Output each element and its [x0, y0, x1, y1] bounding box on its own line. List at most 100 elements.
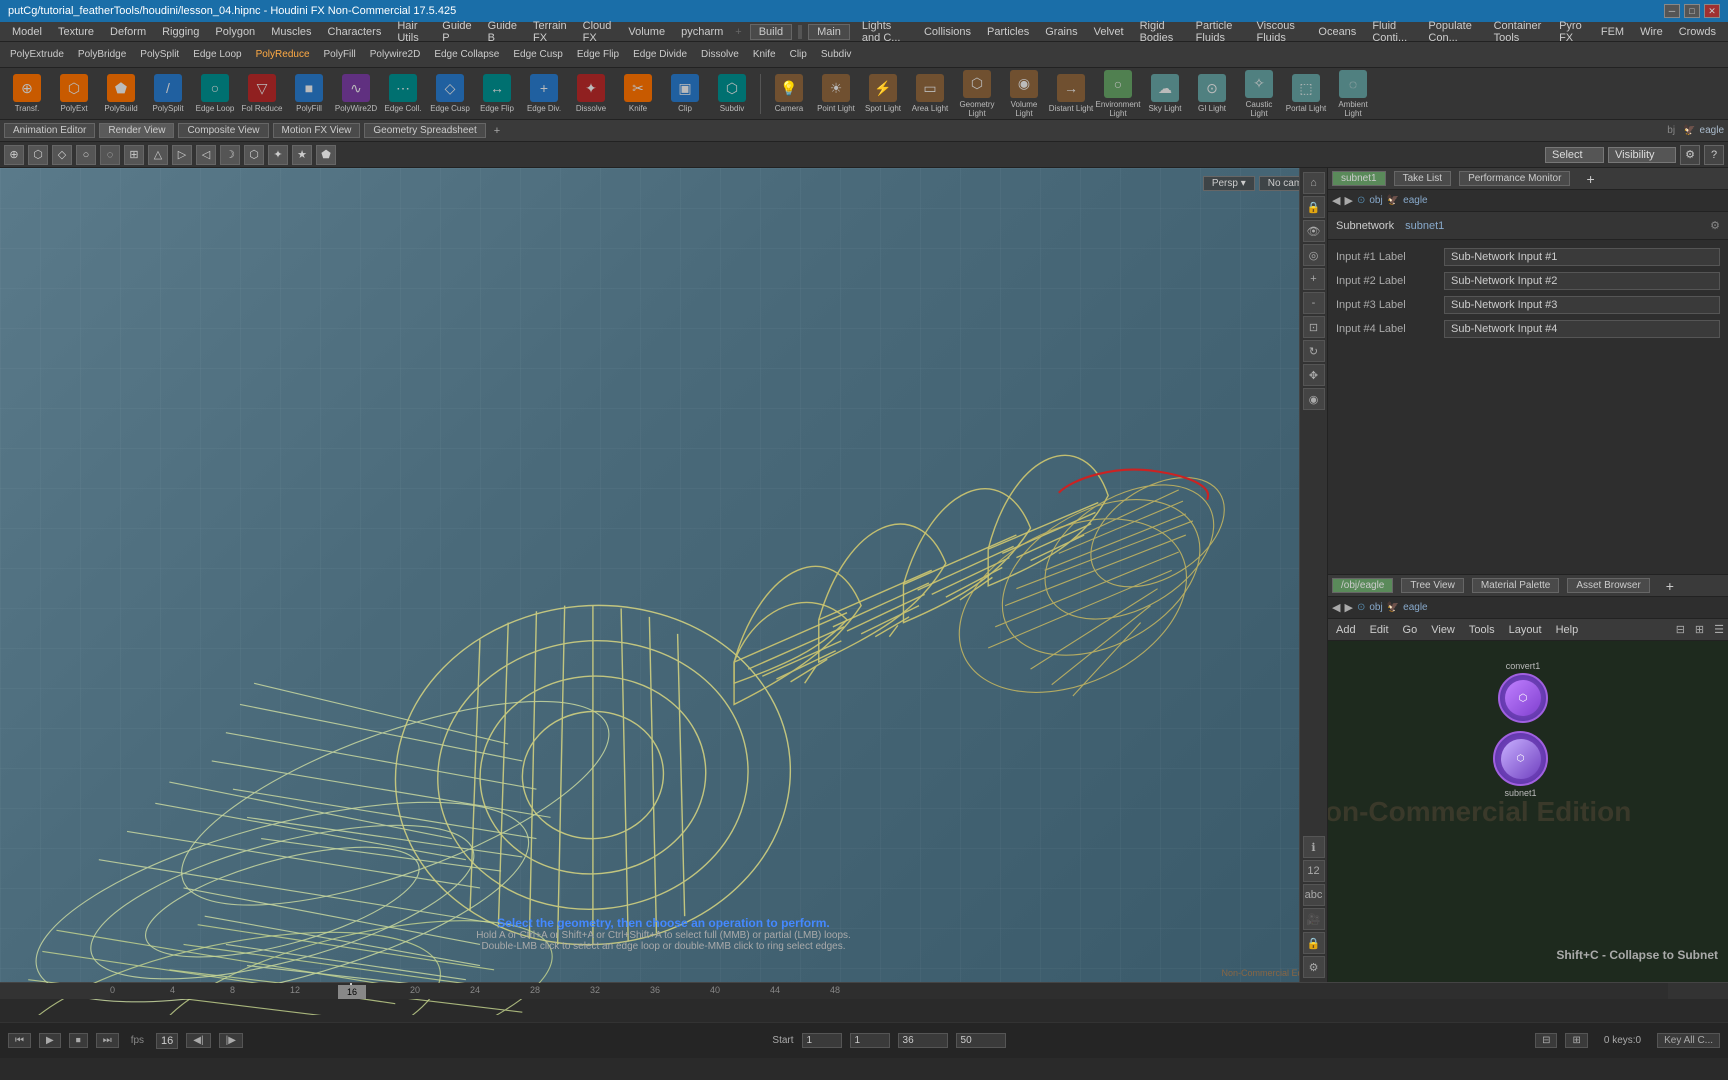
menu-guideb[interactable]: Guide B	[480, 18, 525, 46]
menu-guidep[interactable]: Guide P	[434, 18, 479, 46]
add-view-button[interactable]: +	[494, 125, 500, 137]
ng-icon-list[interactable]: ⊟	[1676, 623, 1685, 636]
shelf-dissolve[interactable]: ✦Dissolve	[568, 70, 614, 118]
node-subnet1-box[interactable]: ⬡	[1493, 731, 1548, 786]
toolbar-edgedivide[interactable]: Edge Divide	[627, 48, 693, 61]
shelf-polybuild[interactable]: ⬟PolyBuild	[98, 70, 144, 118]
toolbar-edgeloop[interactable]: Edge Loop	[187, 48, 247, 61]
input-2-value[interactable]	[1444, 272, 1720, 290]
tool-snap-icon[interactable]: ◌	[100, 145, 120, 165]
tool-rotate-icon[interactable]: ◇	[52, 145, 72, 165]
shelf-edgeflip[interactable]: ↔Edge Flip	[474, 70, 520, 118]
tab-matpalette[interactable]: Material Palette	[1472, 578, 1559, 593]
shelf-light2[interactable]: ☀Point Light	[813, 70, 859, 118]
tool-snap2-icon[interactable]: ☽	[220, 145, 240, 165]
ng-tools[interactable]: Tools	[1465, 624, 1499, 636]
rt-lock2[interactable]: 🔒	[1303, 932, 1325, 954]
shelf-light4[interactable]: ▭Area Light	[907, 70, 953, 118]
ng-icon-grid[interactable]: ⊞	[1695, 623, 1704, 636]
tab-objpath[interactable]: /obj/eagle	[1332, 578, 1393, 593]
rt-abc[interactable]: abc	[1303, 884, 1325, 906]
shelf-vollight[interactable]: ◉Volume Light	[1001, 70, 1047, 118]
tab-renderview[interactable]: Render View	[99, 123, 174, 138]
tool-wire-icon[interactable]: △	[148, 145, 168, 165]
shelf-polysplit[interactable]: /PolySplit	[145, 70, 191, 118]
shelf-edgecollapse[interactable]: ⋯Edge Coll.	[380, 70, 426, 118]
tool-diamond-icon[interactable]: ⬟	[316, 145, 336, 165]
tool-select-icon[interactable]: ⊕	[4, 145, 24, 165]
tool-mirror-icon[interactable]: ◁	[196, 145, 216, 165]
tab-motionfxview[interactable]: Motion FX View	[273, 123, 361, 138]
ng-help[interactable]: Help	[1552, 624, 1583, 636]
menu-containertools[interactable]: Container Tools	[1486, 18, 1551, 46]
rt-lock[interactable]: 🔒	[1303, 196, 1325, 218]
shelf-skylight[interactable]: ☁Sky Light	[1142, 70, 1188, 118]
start-frame-input[interactable]	[802, 1033, 842, 1048]
select-dropdown[interactable]: Select	[1545, 147, 1604, 163]
menu-volume[interactable]: Volume	[620, 24, 673, 40]
menu-particles[interactable]: Particles	[979, 24, 1037, 40]
ng-layout[interactable]: Layout	[1505, 624, 1546, 636]
tab-subnet1[interactable]: subnet1	[1332, 171, 1386, 186]
tab-perfmon[interactable]: Performance Monitor	[1459, 171, 1570, 186]
shelf-causticlight[interactable]: ✧Caustic Light	[1236, 70, 1282, 118]
persp-button[interactable]: Persp ▾	[1203, 176, 1255, 191]
main-button[interactable]: Main	[808, 24, 850, 40]
nav-forward[interactable]: ▶	[1344, 194, 1352, 207]
maximize-button[interactable]: □	[1684, 4, 1700, 18]
rt-zoom-out[interactable]: -	[1303, 292, 1325, 314]
toolbar-polyextrude[interactable]: PolyExtrude	[4, 48, 70, 61]
menu-muscles[interactable]: Muscles	[263, 24, 319, 40]
next-frame-button[interactable]: |▶	[219, 1033, 243, 1048]
rt-frame[interactable]: ⊡	[1303, 316, 1325, 338]
menu-oceans[interactable]: Oceans	[1310, 24, 1364, 40]
nav-back[interactable]: ◀	[1332, 194, 1340, 207]
menu-grains[interactable]: Grains	[1037, 24, 1085, 40]
tab-animeditor[interactable]: Animation Editor	[4, 123, 95, 138]
input-4-value[interactable]	[1444, 320, 1720, 338]
shelf-distantlight[interactable]: →Distant Light	[1048, 70, 1094, 118]
menu-fem[interactable]: FEM	[1593, 24, 1632, 40]
play-forward-button[interactable]: ⏭	[96, 1033, 119, 1048]
shelf-light3[interactable]: ⚡Spot Light	[860, 70, 906, 118]
input-3-value[interactable]	[1444, 296, 1720, 314]
tool-play-icon[interactable]: ▷	[172, 145, 192, 165]
toolbar-polyreduce[interactable]: PolyReduce	[250, 48, 316, 61]
toolbar-subdiv[interactable]: Subdiv	[815, 48, 858, 61]
stop-button[interactable]: ⏹	[69, 1033, 88, 1048]
time-ruler[interactable]: 0 4 8 12 16 20 24 28 32 36 40 44 48 16	[0, 983, 1728, 999]
shelf-clip[interactable]: ▣Clip	[662, 70, 708, 118]
node-nav-back[interactable]: ◀	[1332, 601, 1340, 614]
rt-info[interactable]: ℹ	[1303, 836, 1325, 858]
shelf-edgeloop[interactable]: ○Edge Loop	[192, 70, 238, 118]
rt-num[interactable]: 12	[1303, 860, 1325, 882]
tab-treeview[interactable]: Tree View	[1401, 578, 1463, 593]
shelf-polywire[interactable]: ∿PolyWire2D	[333, 70, 379, 118]
menu-particlefluids[interactable]: Particle Fluids	[1188, 18, 1249, 46]
menu-collisions[interactable]: Collisions	[916, 24, 979, 40]
zoom-in-timeline[interactable]: ⊞	[1565, 1033, 1587, 1048]
minimize-button[interactable]: ─	[1664, 4, 1680, 18]
menu-terrainfx[interactable]: Terrain FX	[525, 18, 575, 46]
tab-takelist[interactable]: Take List	[1394, 171, 1451, 186]
menu-hairutils[interactable]: Hair Utils	[389, 18, 434, 46]
shelf-polyfill[interactable]: ■PolyFill	[286, 70, 332, 118]
rt-home[interactable]: ⌂	[1303, 172, 1325, 194]
toolbar-polysplit[interactable]: PolySplit	[134, 48, 185, 61]
menu-crowds[interactable]: Crowds	[1671, 24, 1724, 40]
tool-grid-icon[interactable]: ⊞	[124, 145, 144, 165]
help-icon[interactable]: ?	[1704, 145, 1724, 165]
shelf-edgedivide[interactable]: +Edge Div.	[521, 70, 567, 118]
menu-deform[interactable]: Deform	[102, 24, 154, 40]
menu-model[interactable]: Model	[4, 24, 50, 40]
menu-cloudfx[interactable]: Cloud FX	[575, 18, 621, 46]
rt-settings[interactable]: ⚙	[1303, 956, 1325, 978]
tool-scale-icon[interactable]: ○	[76, 145, 96, 165]
toolbar-clip[interactable]: Clip	[784, 48, 813, 61]
prev-frame-button[interactable]: ◀|	[186, 1033, 210, 1048]
shelf-transform[interactable]: ⊕Transf.	[4, 70, 50, 118]
settings-icon[interactable]: ⚙	[1680, 145, 1700, 165]
node-convert1-box[interactable]: ⬡	[1498, 673, 1548, 723]
toolbar-dissolve[interactable]: Dissolve	[695, 48, 745, 61]
menu-pyrofx[interactable]: Pyro FX	[1551, 18, 1593, 46]
